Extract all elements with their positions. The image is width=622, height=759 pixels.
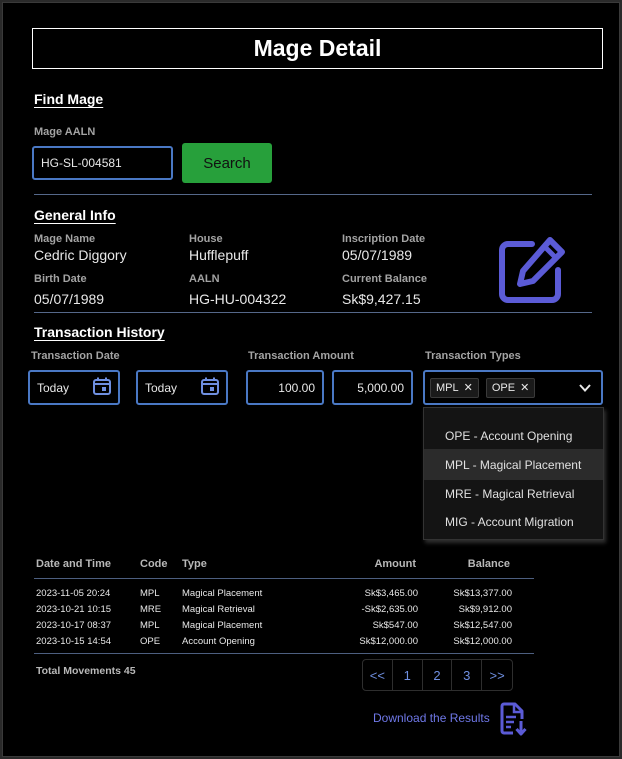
col-header-datetime[interactable]: Date and Time: [36, 558, 111, 570]
col-header-balance[interactable]: Balance: [468, 558, 510, 570]
house-label: House: [189, 233, 223, 245]
page-frame: Mage Detail Find Mage Mage AALN HG-SL-00…: [2, 2, 620, 757]
page-3-button[interactable]: 3: [452, 660, 483, 690]
cell-type: Magical Placement: [182, 620, 263, 631]
cell-code: OPE: [140, 636, 161, 647]
search-button[interactable]: Search: [182, 143, 272, 183]
house-value: Hufflepuff: [189, 247, 249, 263]
date-to-input[interactable]: Today: [136, 370, 228, 405]
edit-icon[interactable]: [495, 235, 567, 307]
current-balance-value: Sk$9,427.15: [342, 291, 421, 307]
col-header-type[interactable]: Type: [182, 558, 207, 570]
download-results-link[interactable]: Download the Results: [373, 711, 490, 725]
cell-balance: Sk$9,912.00: [458, 604, 512, 615]
transaction-history-title: Transaction History: [34, 324, 165, 340]
page-title: Mage Detail: [253, 35, 382, 61]
cell-datetime: 2023-10-21 10:15: [36, 604, 112, 615]
cell-code: MRE: [140, 604, 162, 615]
col-header-amount[interactable]: Amount: [374, 558, 416, 570]
chevron-down-icon[interactable]: [578, 381, 592, 398]
menu-item-ope[interactable]: OPE - Account Opening: [424, 420, 603, 451]
mage-name-label: Mage Name: [34, 233, 96, 245]
amount-max-value: 5,000.00: [357, 380, 404, 395]
menu-item-mre[interactable]: MRE - Magical Retrieval: [424, 478, 603, 509]
transaction-types-select[interactable]: MPL ✕ OPE ✕: [423, 370, 603, 405]
page-1-button[interactable]: 1: [393, 660, 423, 690]
cell-type: Account Opening: [182, 636, 255, 647]
total-movements: Total Movements 45: [36, 665, 136, 677]
aaln-label: AALN: [189, 273, 220, 285]
page-first-button[interactable]: <<: [363, 660, 393, 690]
cell-datetime: 2023-10-15 14:54: [36, 636, 112, 647]
mage-aaln-value: HG-SL-004581: [41, 156, 122, 170]
calendar-icon[interactable]: [200, 376, 220, 399]
date-from-input[interactable]: Today: [28, 370, 120, 405]
mage-aaln-input[interactable]: HG-SL-004581: [32, 146, 173, 180]
date-to-value: Today: [145, 380, 178, 395]
cell-amount: Sk$547.00: [372, 620, 418, 631]
cell-datetime: 2023-10-17 08:37: [36, 620, 112, 631]
remove-chip-icon[interactable]: ✕: [464, 381, 473, 394]
birth-date-label: Birth Date: [34, 273, 87, 285]
cell-code: MPL: [140, 588, 160, 599]
cell-balance: Sk$13,377.00: [453, 588, 512, 599]
page-title-box: Mage Detail: [32, 28, 603, 69]
menu-item-mpl[interactable]: MPL - Magical Placement: [424, 449, 603, 480]
transaction-amount-label: Transaction Amount: [248, 350, 354, 362]
date-from-value: Today: [37, 380, 70, 395]
cell-code: MPL: [140, 620, 160, 631]
birth-date-value: 05/07/1989: [34, 291, 105, 307]
find-mage-title: Find Mage: [34, 91, 104, 107]
divider-general: [34, 312, 592, 313]
col-header-code[interactable]: Code: [140, 558, 168, 570]
cell-balance: Sk$12,547.00: [453, 620, 512, 631]
current-balance-label: Current Balance: [342, 273, 427, 285]
cell-amount: Sk$3,465.00: [364, 588, 418, 599]
transaction-types-menu: OPE - Account Opening MPL - Magical Plac…: [423, 407, 604, 540]
cell-amount: -Sk$2,635.00: [361, 604, 418, 615]
type-chip-mpl: MPL ✕: [430, 377, 479, 398]
type-chip-ope: OPE ✕: [485, 377, 536, 398]
cell-type: Magical Retrieval: [182, 604, 255, 615]
cell-datetime: 2023-11-05 20:24: [36, 588, 111, 599]
file-download-icon[interactable]: [499, 702, 529, 736]
page-2-button[interactable]: 2: [423, 660, 453, 690]
remove-chip-icon[interactable]: ✕: [520, 381, 529, 394]
amount-max-input[interactable]: 5,000.00: [332, 370, 413, 405]
type-chip-label: OPE: [491, 381, 516, 394]
cell-balance: Sk$12,000.00: [453, 636, 512, 647]
page-last-button[interactable]: >>: [482, 660, 512, 690]
aaln-value: HG-HU-004322: [189, 291, 287, 307]
table-footer-divider: [34, 653, 534, 654]
divider-find: [34, 194, 592, 195]
table-header-divider: [34, 578, 534, 579]
transaction-date-label: Transaction Date: [31, 350, 120, 362]
cell-amount: Sk$12,000.00: [359, 636, 418, 647]
inscription-date-value: 05/07/1989: [342, 247, 413, 263]
cell-type: Magical Placement: [182, 588, 263, 599]
menu-item-mig[interactable]: MIG - Account Migration: [424, 506, 603, 537]
general-info-title: General Info: [34, 207, 116, 223]
amount-min-input[interactable]: 100.00: [246, 370, 324, 405]
amount-min-value: 100.00: [278, 380, 315, 395]
inscription-date-label: Inscription Date: [342, 233, 426, 245]
pagination: << 1 2 3 >>: [362, 659, 513, 691]
transaction-types-label: Transaction Types: [425, 350, 521, 362]
type-chip-label: MPL: [436, 381, 459, 394]
mage-aaln-label: Mage AALN: [34, 126, 96, 138]
calendar-icon[interactable]: [92, 376, 112, 399]
mage-name-value: Cedric Diggory: [34, 247, 127, 263]
